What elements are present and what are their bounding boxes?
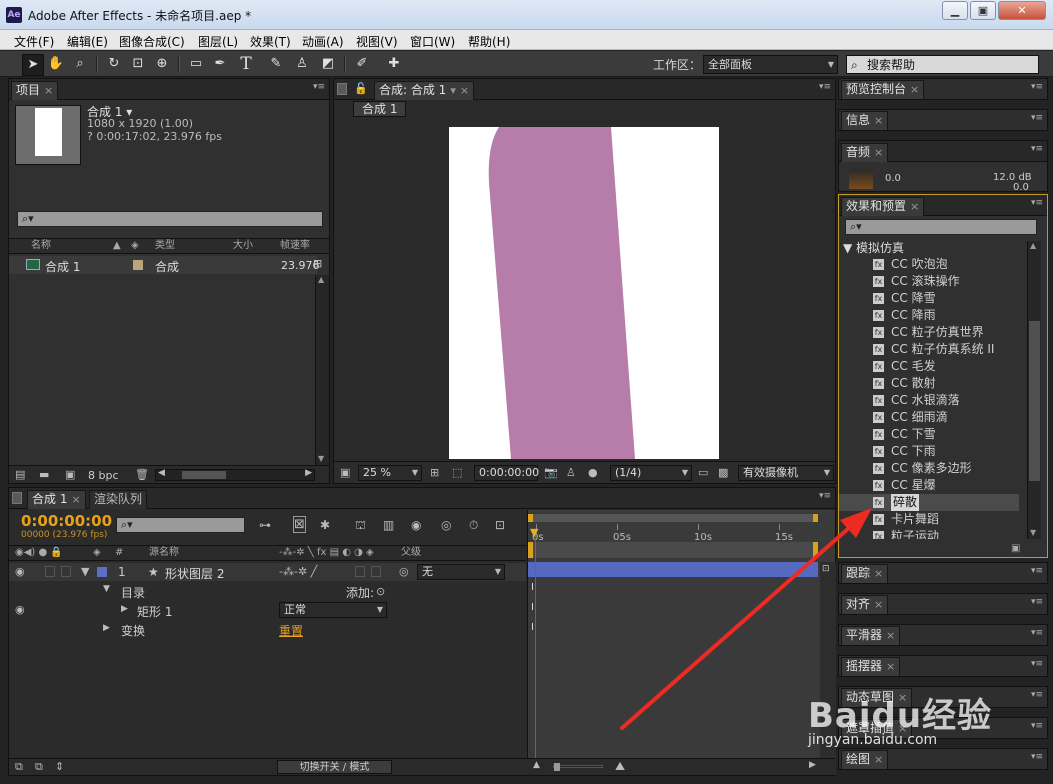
watermark-url: jingyan.baidu.com [808, 732, 938, 748]
watermark-logo: Baidu经验 [808, 696, 993, 736]
annotation-arrow [620, 508, 872, 730]
baidu-jingyan-watermark: Baidu经验 jingyan.baidu.com [808, 688, 1048, 748]
